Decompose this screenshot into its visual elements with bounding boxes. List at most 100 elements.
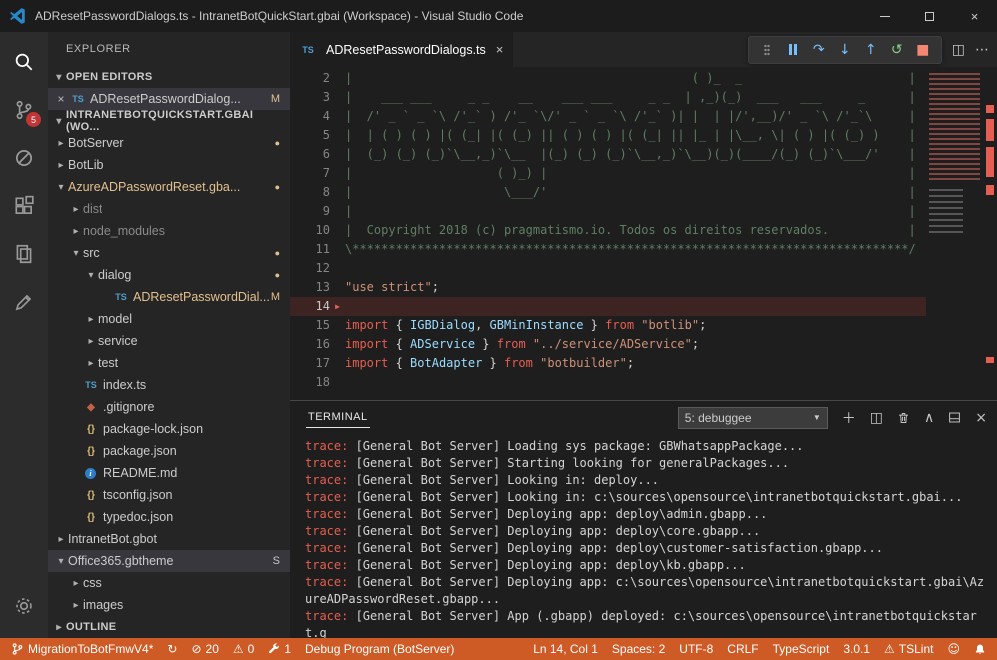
step-into-icon[interactable]: ↓ — [833, 39, 857, 61]
kill-terminal-icon[interactable] — [897, 411, 910, 425]
status-cursor-position[interactable]: Ln 14, Col 1 — [526, 638, 605, 660]
code-line-4[interactable]: 4| /' _ ` _ `\ /'_` ) /'_ `\/' _ ` _ `\ … — [290, 107, 926, 126]
code-line-3[interactable]: 3| ___ ___ _ _ __ ___ ___ _ _ | ,_)(_) _… — [290, 88, 926, 107]
settings-gear-icon[interactable] — [0, 582, 48, 630]
status-sync[interactable]: ↻ — [160, 638, 184, 660]
debug-icon[interactable] — [0, 134, 48, 182]
overview-ruler[interactable] — [983, 67, 997, 400]
tree-item-azureadpasswordreset-gba[interactable]: ▾AzureADPasswordReset.gba...● — [48, 176, 290, 198]
status-problems-errors[interactable]: ⊘20 — [184, 638, 225, 660]
search-icon[interactable] — [0, 38, 48, 86]
tab-terminal[interactable]: TERMINAL — [306, 407, 370, 428]
edit-icon[interactable] — [0, 278, 48, 326]
modified-dot-icon: ● — [275, 270, 280, 280]
close-panel-icon[interactable]: × — [975, 410, 987, 426]
status-notifications[interactable] — [967, 638, 993, 660]
step-out-icon[interactable]: ↑ — [859, 39, 883, 61]
typescript-file-icon: TS — [300, 45, 316, 55]
status-label: Ln 14, Col 1 — [533, 642, 598, 656]
code-line-18[interactable]: 18 — [290, 373, 926, 392]
tree-item-typedoc-json[interactable]: {}typedoc.json — [48, 506, 290, 528]
split-terminal-icon[interactable]: ◫ — [870, 410, 883, 426]
status-label: Spaces: 2 — [612, 642, 665, 656]
step-over-icon[interactable]: ↷ — [807, 39, 831, 61]
code-line-10[interactable]: 10| Copyright 2018 (c) pragmatismo.io. T… — [290, 221, 926, 240]
tab-adresetpassworddialogs[interactable]: TS ADResetPasswordDialogs.ts × — [290, 32, 514, 67]
extensions-icon[interactable] — [0, 182, 48, 230]
maximize-panel-icon[interactable]: ∧ — [924, 410, 934, 426]
status-language-mode[interactable]: TypeScript — [766, 638, 837, 660]
status-indentation[interactable]: Spaces: 2 — [605, 638, 672, 660]
code-line-15[interactable]: 15import { IGBDialog, GBMinInstance } fr… — [290, 316, 926, 335]
status-tasks[interactable]: 1 — [261, 638, 298, 660]
maximize-icon[interactable] — [907, 0, 952, 32]
tree-item-images[interactable]: ▸images — [48, 594, 290, 616]
files-icon[interactable] — [0, 230, 48, 278]
tree-item-gitignore[interactable]: ◆.gitignore — [48, 396, 290, 418]
tree-item-package-json[interactable]: {}package.json — [48, 440, 290, 462]
status-tslint[interactable]: ⚠TSLint — [877, 638, 940, 660]
new-terminal-icon[interactable]: ＋ — [842, 408, 856, 428]
tree-item-intranetbot-gbot[interactable]: ▸IntranetBot.gbot — [48, 528, 290, 550]
code-line-7[interactable]: 7| ( )_) | | — [290, 164, 926, 183]
restart-icon[interactable]: ↺ — [885, 39, 909, 61]
tree-item-dist[interactable]: ▸dist — [48, 198, 290, 220]
tree-item-package-lock-json[interactable]: {}package-lock.json — [48, 418, 290, 440]
stop-icon[interactable]: ■ — [911, 39, 935, 61]
status-eol[interactable]: CRLF — [720, 638, 765, 660]
pause-icon[interactable] — [781, 39, 805, 61]
typescript-file-icon: TS — [113, 292, 129, 302]
status-debug-config[interactable]: Debug Program (BotServer) — [298, 638, 461, 660]
minimize-icon[interactable] — [862, 0, 907, 32]
terminal-output[interactable]: trace: [General Bot Server] Loading sys … — [290, 434, 997, 638]
code-line-16[interactable]: 16import { ADService } from "../service/… — [290, 335, 926, 354]
tree-item-botserver[interactable]: ▸BotServer● — [48, 132, 290, 154]
code-line-2[interactable]: 2| ( )_ _ | — [290, 69, 926, 88]
tree-item-test[interactable]: ▸test — [48, 352, 290, 374]
open-editor-item[interactable]: × TS ADResetPasswordDialog... M — [48, 88, 290, 110]
debug-toolbar: ↷↓↑↺■ — [748, 36, 942, 64]
code-line-9[interactable]: 9| | — [290, 202, 926, 221]
status-git-branch[interactable]: MigrationToBotFmwV4* — [4, 638, 160, 660]
close-editor-icon[interactable]: × — [54, 92, 68, 106]
close-window-icon[interactable]: × — [952, 0, 997, 32]
tree-item-tsconfig-json[interactable]: {}tsconfig.json — [48, 484, 290, 506]
tree-item-node-modules[interactable]: ▸node_modules — [48, 220, 290, 242]
code-line-12[interactable]: 12 — [290, 259, 926, 278]
tree-item-model[interactable]: ▸model — [48, 308, 290, 330]
split-editor-icon[interactable]: ◫ — [952, 42, 965, 58]
tree-item-css[interactable]: ▸css — [48, 572, 290, 594]
minimap[interactable] — [926, 67, 983, 400]
panel-position-icon[interactable] — [948, 411, 961, 424]
close-tab-icon[interactable]: × — [496, 42, 504, 57]
terminal-instance-dropdown[interactable]: 5: debuggee ▼ — [678, 407, 828, 429]
status-problems-warnings[interactable]: ⚠0 — [226, 638, 261, 660]
more-actions-icon[interactable]: ⋯ — [975, 42, 989, 58]
tree-item-index-ts[interactable]: TSindex.ts — [48, 374, 290, 396]
debug-current-line-icon: ▶ — [330, 297, 345, 316]
code-editor[interactable]: 2| ( )_ _ |3| ___ ___ _ _ __ ___ ___ _ _… — [290, 67, 997, 400]
code-line-6[interactable]: 6| (_) (_) (_)`\__,_)`\__ |(_) (_) (_)`\… — [290, 145, 926, 164]
tree-item-service[interactable]: ▸service — [48, 330, 290, 352]
code-line-14[interactable]: 14▶ — [290, 297, 926, 316]
code-line-17[interactable]: 17import { BotAdapter } from "botbuilder… — [290, 354, 926, 373]
outline-section-header[interactable]: ▸ OUTLINE — [48, 616, 290, 638]
tree-item-botlib[interactable]: ▸BotLib — [48, 154, 290, 176]
code-line-8[interactable]: 8| \___/' | — [290, 183, 926, 202]
status-encoding[interactable]: UTF-8 — [672, 638, 720, 660]
tree-item-adresetpassworddial[interactable]: TSADResetPasswordDial...M — [48, 286, 290, 308]
scm-badge: 5 — [26, 112, 41, 127]
workspace-section-header[interactable]: ▾ INTRANETBOTQUICKSTART.GBAI (WO... — [48, 110, 290, 132]
open-editors-header[interactable]: ▾ OPEN EDITORS — [48, 66, 290, 88]
tree-item-src[interactable]: ▾src● — [48, 242, 290, 264]
tree-item-label: node_modules — [83, 224, 165, 238]
source-control-icon[interactable]: 5 — [0, 86, 48, 134]
tree-item-readme-md[interactable]: iREADME.md — [48, 462, 290, 484]
code-line-11[interactable]: 11\*************************************… — [290, 240, 926, 259]
tree-item-office365-gbtheme[interactable]: ▾Office365.gbthemeS — [48, 550, 290, 572]
status-feedback[interactable]: ☺ — [940, 638, 967, 660]
code-line-5[interactable]: 5| | ( ) ( ) |( (_| |( (_) || ( ) ( ) |(… — [290, 126, 926, 145]
tree-item-dialog[interactable]: ▾dialog● — [48, 264, 290, 286]
status-typescript-version[interactable]: 3.0.1 — [836, 638, 877, 660]
code-line-13[interactable]: 13"use strict"; — [290, 278, 926, 297]
